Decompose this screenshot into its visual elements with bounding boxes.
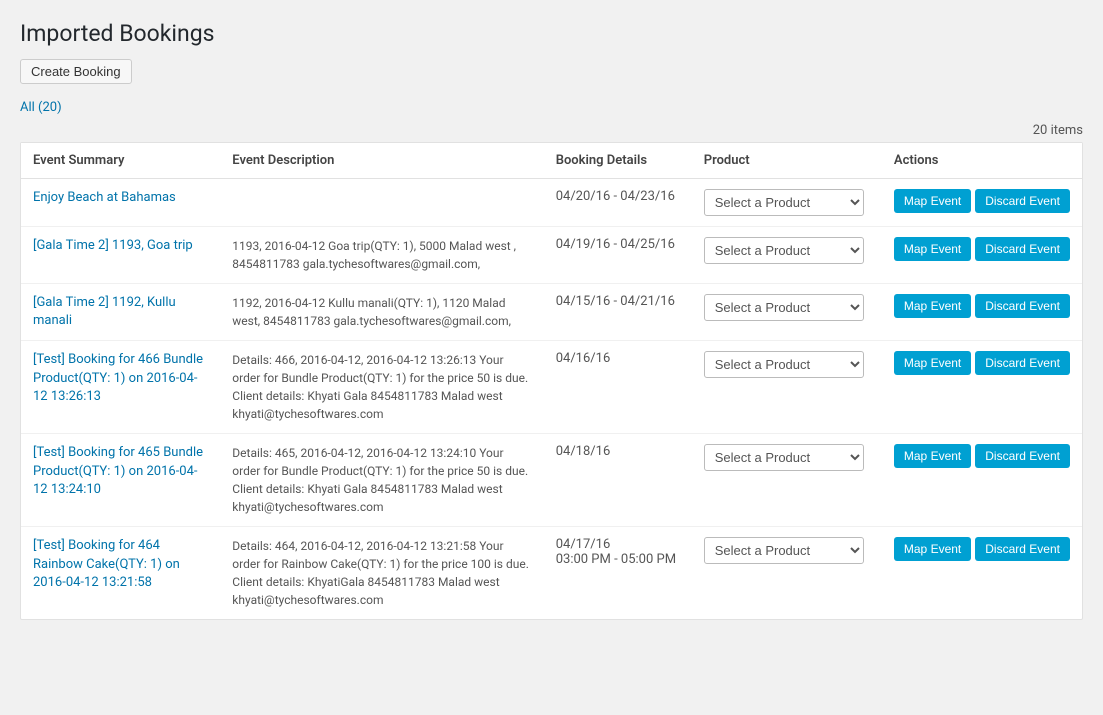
booking-details: 04/16/16 bbox=[544, 341, 692, 434]
event-summary-link[interactable]: [Gala Time 2] 1192, Kullu manali bbox=[33, 295, 176, 328]
map-event-button[interactable]: Map Event bbox=[894, 537, 971, 561]
actions-cell: Map EventDiscard Event bbox=[882, 179, 1082, 227]
booking-details: 04/17/1603:00 PM - 05:00 PM bbox=[544, 527, 692, 620]
event-description: Details: 464, 2016-04-12, 2016-04-12 13:… bbox=[220, 527, 543, 620]
discard-event-button[interactable]: Discard Event bbox=[975, 444, 1070, 468]
col-header-event-summary: Event Summary bbox=[21, 143, 220, 179]
booking-details: 04/19/16 - 04/25/16 bbox=[544, 227, 692, 284]
product-cell: Select a Product bbox=[692, 284, 882, 341]
event-description: 1192, 2016-04-12 Kullu manali(QTY: 1), 1… bbox=[220, 284, 543, 341]
items-count: 20 items bbox=[20, 123, 1083, 138]
table-header-row: Event Summary Event Description Booking … bbox=[21, 143, 1082, 179]
actions-cell: Map EventDiscard Event bbox=[882, 227, 1082, 284]
map-event-button[interactable]: Map Event bbox=[894, 294, 971, 318]
product-cell: Select a Product bbox=[692, 341, 882, 434]
event-description: Details: 465, 2016-04-12, 2016-04-12 13:… bbox=[220, 434, 543, 527]
actions-cell: Map EventDiscard Event bbox=[882, 284, 1082, 341]
event-summary-link[interactable]: Enjoy Beach at Bahamas bbox=[33, 190, 176, 205]
discard-event-button[interactable]: Discard Event bbox=[975, 237, 1070, 261]
actions-cell: Map EventDiscard Event bbox=[882, 434, 1082, 527]
col-header-event-description: Event Description bbox=[220, 143, 543, 179]
event-summary-link[interactable]: [Test] Booking for 465 Bundle Product(QT… bbox=[33, 445, 203, 496]
product-cell: Select a Product bbox=[692, 179, 882, 227]
col-header-actions: Actions bbox=[882, 143, 1082, 179]
discard-event-button[interactable]: Discard Event bbox=[975, 189, 1070, 213]
table-body: Enjoy Beach at Bahamas 04/20/16 - 04/23/1… bbox=[21, 179, 1082, 620]
col-header-product: Product bbox=[692, 143, 882, 179]
event-description bbox=[220, 179, 543, 227]
page-title: Imported Bookings bbox=[20, 20, 1083, 47]
booking-details: 04/20/16 - 04/23/16 bbox=[544, 179, 692, 227]
product-cell: Select a Product bbox=[692, 527, 882, 620]
discard-event-button[interactable]: Discard Event bbox=[975, 294, 1070, 318]
table-row: [Test] Booking for 464 Rainbow Cake(QTY:… bbox=[21, 527, 1082, 620]
product-cell: Select a Product bbox=[692, 434, 882, 527]
discard-event-button[interactable]: Discard Event bbox=[975, 537, 1070, 561]
table-row: [Test] Booking for 466 Bundle Product(QT… bbox=[21, 341, 1082, 434]
actions-cell: Map EventDiscard Event bbox=[882, 341, 1082, 434]
product-select[interactable]: Select a Product bbox=[704, 237, 864, 264]
table-row: Enjoy Beach at Bahamas 04/20/16 - 04/23/1… bbox=[21, 179, 1082, 227]
event-description: Details: 466, 2016-04-12, 2016-04-12 13:… bbox=[220, 341, 543, 434]
product-select[interactable]: Select a Product bbox=[704, 189, 864, 216]
table-row: [Gala Time 2] 1192, Kullu manali 1192, 20… bbox=[21, 284, 1082, 341]
product-cell: Select a Product bbox=[692, 227, 882, 284]
booking-details: 04/15/16 - 04/21/16 bbox=[544, 284, 692, 341]
event-summary-link[interactable]: [Test] Booking for 464 Rainbow Cake(QTY:… bbox=[33, 538, 180, 589]
map-event-button[interactable]: Map Event bbox=[894, 237, 971, 261]
table-row: [Gala Time 2] 1193, Goa trip 1193, 2016-0… bbox=[21, 227, 1082, 284]
event-description: 1193, 2016-04-12 Goa trip(QTY: 1), 5000 … bbox=[220, 227, 543, 284]
product-select[interactable]: Select a Product bbox=[704, 294, 864, 321]
all-filter-link[interactable]: All (20) bbox=[20, 100, 62, 115]
product-select[interactable]: Select a Product bbox=[704, 537, 864, 564]
col-header-booking-details: Booking Details bbox=[544, 143, 692, 179]
discard-event-button[interactable]: Discard Event bbox=[975, 351, 1070, 375]
map-event-button[interactable]: Map Event bbox=[894, 444, 971, 468]
booking-details: 04/18/16 bbox=[544, 434, 692, 527]
actions-cell: Map EventDiscard Event bbox=[882, 527, 1082, 620]
product-select[interactable]: Select a Product bbox=[704, 351, 864, 378]
create-booking-button[interactable]: Create Booking bbox=[20, 59, 132, 84]
bookings-table-wrap: Event Summary Event Description Booking … bbox=[20, 142, 1083, 620]
bookings-table: Event Summary Event Description Booking … bbox=[21, 143, 1082, 619]
map-event-button[interactable]: Map Event bbox=[894, 351, 971, 375]
map-event-button[interactable]: Map Event bbox=[894, 189, 971, 213]
table-row: [Test] Booking for 465 Bundle Product(QT… bbox=[21, 434, 1082, 527]
event-summary-link[interactable]: [Test] Booking for 466 Bundle Product(QT… bbox=[33, 352, 203, 403]
product-select[interactable]: Select a Product bbox=[704, 444, 864, 471]
event-summary-link[interactable]: [Gala Time 2] 1193, Goa trip bbox=[33, 238, 193, 253]
